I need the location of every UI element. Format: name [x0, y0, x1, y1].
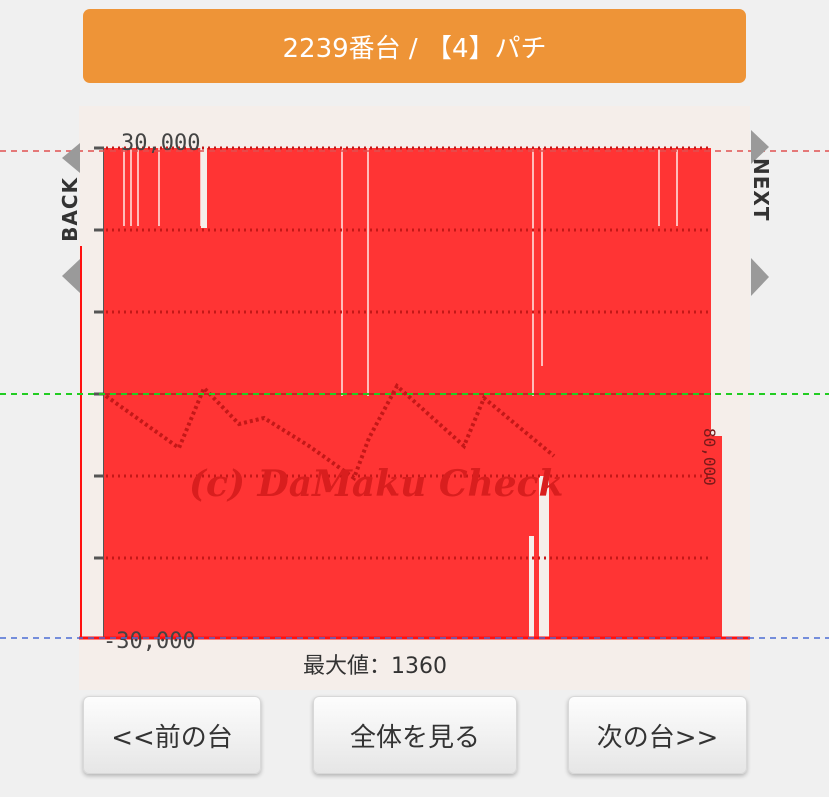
graph-panel: (c) DaMaku Check 30,000 -30,000 80,000 [79, 106, 750, 690]
view-all-label: 全体を見る [349, 722, 480, 753]
graph-fill-area [104, 148, 722, 638]
graph-watermark: (c) DaMaku Check [189, 463, 563, 505]
prev-machine-button[interactable]: <<前の台 [83, 696, 261, 774]
grid-layer [94, 146, 105, 640]
machine-title-bar: 2239番台 / 【4】パチ [83, 9, 746, 83]
next-label: NEXT [749, 158, 773, 222]
max-value-label: 最大値：1360 [303, 654, 447, 679]
view-all-button[interactable]: 全体を見る [313, 696, 517, 774]
right-value-label: 80,000 [700, 428, 719, 486]
y-tick-top: 30,000 [121, 131, 200, 156]
machine-title: 2239番台 / 【4】パチ [282, 33, 547, 64]
back-nav[interactable]: BACK [46, 143, 92, 301]
graph-chart: (c) DaMaku Check 30,000 -30,000 80,000 [79, 131, 750, 654]
prev-machine-label: <<前の台 [111, 722, 233, 753]
graph-gap-rect [201, 148, 207, 228]
next-nav[interactable]: NEXT [737, 130, 783, 298]
y-tick-bottom: -30,000 [103, 629, 196, 654]
next-machine-label: 次の台>> [596, 722, 719, 753]
next-machine-button[interactable]: 次の台>> [568, 696, 747, 774]
back-label: BACK [58, 177, 82, 242]
